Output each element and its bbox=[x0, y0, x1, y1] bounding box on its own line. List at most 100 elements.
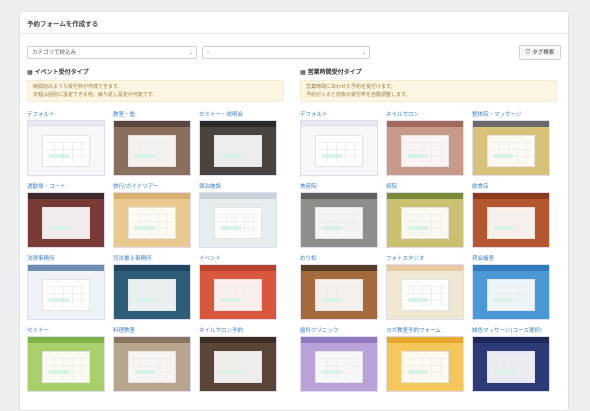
template-thumbnail[interactable] bbox=[300, 192, 378, 248]
thumbnail-header-bar bbox=[301, 265, 377, 271]
template-thumbnail[interactable] bbox=[472, 264, 550, 320]
template-card[interactable]: ヨガ教室予約フォーム bbox=[386, 327, 464, 392]
thumbnail-calendar bbox=[487, 279, 535, 311]
template-card[interactable]: 教室・塾 bbox=[113, 111, 191, 176]
template-label[interactable]: デフォルト bbox=[300, 111, 378, 120]
thumbnail-slot-highlight bbox=[49, 298, 69, 302]
thumbnail-header-bar bbox=[473, 193, 549, 199]
template-thumbnail[interactable] bbox=[472, 192, 550, 248]
template-label[interactable]: イベント bbox=[199, 255, 277, 264]
event-type-column: ▦ イベント受付タイプ 時間割のような受付枠が作成できます。 日程は個別に設定でき… bbox=[27, 67, 284, 392]
template-card[interactable]: 旅行/ガイドツアー bbox=[113, 183, 191, 248]
template-thumbnail[interactable] bbox=[472, 120, 550, 176]
tag-search-button[interactable]: ⛉ タグ検索 bbox=[519, 45, 561, 60]
thumbnail-header-bar bbox=[473, 265, 549, 271]
template-thumbnail[interactable] bbox=[300, 336, 378, 392]
template-card[interactable]: 料理教室 bbox=[113, 327, 191, 392]
template-thumbnail[interactable] bbox=[386, 192, 464, 248]
column-title: ▦ イベント受付タイプ bbox=[27, 69, 89, 76]
template-label[interactable]: 歯科クリニック bbox=[300, 327, 378, 336]
template-label[interactable]: 司法書士事務所 bbox=[113, 255, 191, 264]
template-card[interactable]: 宿泊施設 bbox=[199, 183, 277, 248]
template-card[interactable]: デフォルト bbox=[300, 111, 378, 176]
template-thumbnail[interactable] bbox=[386, 120, 464, 176]
template-thumbnail[interactable] bbox=[113, 336, 191, 392]
template-card[interactable]: ネイルサロン bbox=[386, 111, 464, 176]
template-card[interactable]: イベント bbox=[199, 255, 277, 320]
template-label[interactable]: 整体院・マッサージ bbox=[472, 111, 550, 120]
thumbnail-slot-highlight bbox=[135, 154, 155, 158]
thumbnail-calendar bbox=[487, 135, 535, 167]
template-label[interactable]: ネイルサロン bbox=[386, 111, 464, 120]
template-thumbnail[interactable] bbox=[199, 192, 277, 248]
template-label[interactable]: 運動場・コート bbox=[27, 183, 105, 192]
template-card[interactable]: フォトスタジオ bbox=[386, 255, 464, 320]
template-label[interactable]: ヨガ教室予約フォーム bbox=[386, 327, 464, 336]
template-card[interactable]: セミナー bbox=[27, 327, 105, 392]
thumbnail-slot-highlight bbox=[408, 154, 428, 158]
thumbnail-slot-highlight bbox=[49, 370, 69, 374]
thumbnail-calendar bbox=[214, 279, 262, 311]
template-thumbnail[interactable] bbox=[27, 192, 105, 248]
template-card[interactable]: ネイルサロン予約 bbox=[199, 327, 277, 392]
template-label[interactable]: 旅行/ガイドツアー bbox=[113, 183, 191, 192]
thumbnail-slot-highlight bbox=[221, 226, 241, 230]
template-label[interactable]: 飲食店 bbox=[472, 183, 550, 192]
template-thumbnail[interactable] bbox=[113, 120, 191, 176]
calendar-icon: ▦ bbox=[300, 69, 306, 76]
template-label[interactable]: 法律事務所 bbox=[27, 255, 105, 264]
template-thumbnail[interactable] bbox=[27, 264, 105, 320]
template-thumbnail[interactable] bbox=[27, 336, 105, 392]
template-thumbnail[interactable] bbox=[199, 264, 277, 320]
template-label[interactable]: 病院 bbox=[386, 183, 464, 192]
template-card[interactable]: 美容院 bbox=[300, 183, 378, 248]
thumbnail-header-bar bbox=[28, 337, 104, 343]
template-thumbnail[interactable] bbox=[300, 264, 378, 320]
template-thumbnail[interactable] bbox=[386, 336, 464, 392]
template-thumbnail[interactable] bbox=[27, 120, 105, 176]
template-card[interactable]: 飲食店 bbox=[472, 183, 550, 248]
template-thumbnail[interactable] bbox=[113, 192, 191, 248]
template-card[interactable]: 運動場・コート bbox=[27, 183, 105, 248]
template-label[interactable]: 美容院 bbox=[300, 183, 378, 192]
column-note: 営業時間にあわせた予約を受付けます。 予約が入ると前後の受付枠を自動調整します。 bbox=[300, 80, 557, 102]
template-card[interactable]: 歯科クリニック bbox=[300, 327, 378, 392]
template-label[interactable]: 教室・塾 bbox=[113, 111, 191, 120]
thumbnail-header-bar bbox=[387, 265, 463, 271]
template-thumbnail[interactable] bbox=[386, 264, 464, 320]
template-label[interactable]: 婦色マッサージ(コース選択) bbox=[472, 327, 550, 336]
template-label[interactable]: 貸会議室 bbox=[472, 255, 550, 264]
template-card[interactable]: 婦色マッサージ(コース選択) bbox=[472, 327, 550, 392]
subcategory-select[interactable]: - ⌄ bbox=[202, 46, 370, 59]
template-label[interactable]: フォトスタジオ bbox=[386, 255, 464, 264]
template-label[interactable]: セミナー・説明会 bbox=[199, 111, 277, 120]
template-card[interactable]: 貸会議室 bbox=[472, 255, 550, 320]
template-thumbnail[interactable] bbox=[300, 120, 378, 176]
template-card[interactable]: セミナー・説明会 bbox=[199, 111, 277, 176]
template-card[interactable]: 司法書士事務所 bbox=[113, 255, 191, 320]
template-card[interactable]: 法律事務所 bbox=[27, 255, 105, 320]
thumbnail-slot-highlight bbox=[322, 298, 342, 302]
thumbnail-slot-highlight bbox=[49, 154, 69, 158]
note-line: 営業時間にあわせた予約を受付けます。 bbox=[306, 84, 396, 90]
template-thumbnail[interactable] bbox=[113, 264, 191, 320]
template-thumbnail[interactable] bbox=[199, 336, 277, 392]
template-thumbnail[interactable] bbox=[199, 120, 277, 176]
thumbnail-slot-highlight bbox=[221, 298, 241, 302]
template-label[interactable]: デフォルト bbox=[27, 111, 105, 120]
thumbnail-calendar bbox=[315, 135, 363, 167]
subcategory-select-value: - bbox=[207, 50, 209, 56]
template-card[interactable]: デフォルト bbox=[27, 111, 105, 176]
template-label[interactable]: めり松 bbox=[300, 255, 378, 264]
template-card[interactable]: めり松 bbox=[300, 255, 378, 320]
category-select[interactable]: カテゴリで絞込み ⌄ bbox=[27, 46, 197, 59]
template-label[interactable]: 料理教室 bbox=[113, 327, 191, 336]
template-card[interactable]: 整体院・マッサージ bbox=[472, 111, 550, 176]
thumbnail-calendar bbox=[214, 135, 262, 167]
template-label[interactable]: ネイルサロン予約 bbox=[199, 327, 277, 336]
template-label[interactable]: セミナー bbox=[27, 327, 105, 336]
template-thumbnail[interactable] bbox=[472, 336, 550, 392]
note-line: 予約が入ると前後の受付枠を自動調整します。 bbox=[306, 91, 411, 98]
template-label[interactable]: 宿泊施設 bbox=[199, 183, 277, 192]
template-card[interactable]: 病院 bbox=[386, 183, 464, 248]
